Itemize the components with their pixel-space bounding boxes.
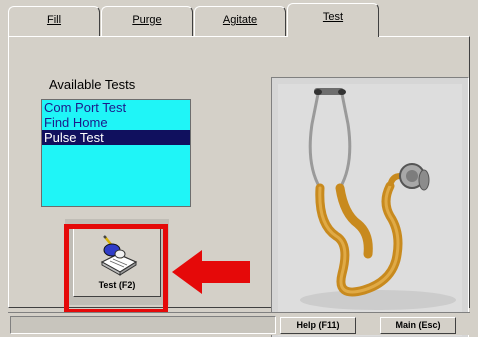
help-button[interactable]: Help (F11)	[280, 317, 356, 334]
tab-purge-label: Purge	[132, 14, 162, 26]
tab-test[interactable]: Test	[287, 3, 379, 37]
test-item-com-port[interactable]: Com Port Test	[42, 100, 190, 115]
status-bar: Help (F11) Main (Esc)	[8, 312, 470, 335]
tab-purge[interactable]: Purge	[101, 6, 193, 36]
available-tests-label: Available Tests	[49, 77, 136, 92]
tab-agitate-label: Agitate	[222, 14, 258, 26]
status-field	[10, 316, 276, 334]
test-item-find-home[interactable]: Find Home	[42, 115, 190, 130]
highlight-box	[64, 224, 168, 314]
tab-strip: Fill Purge Agitate Test	[0, 0, 478, 38]
left-arrow-icon	[172, 250, 250, 294]
stethoscope-icon	[300, 88, 456, 310]
tab-test-label: Test	[322, 11, 344, 23]
image-background	[278, 84, 462, 336]
main-button[interactable]: Main (Esc)	[380, 317, 456, 334]
test-item-pulse[interactable]: Pulse Test	[42, 130, 190, 145]
tab-agitate[interactable]: Agitate	[194, 6, 286, 36]
app-window: Fill Purge Agitate Test Available Tests …	[0, 0, 478, 337]
tab-fill-label: Fill	[46, 14, 62, 26]
tab-fill[interactable]: Fill	[8, 6, 100, 36]
image-panel	[271, 77, 469, 337]
available-tests-list[interactable]: Com Port Test Find Home Pulse Test	[41, 99, 191, 207]
